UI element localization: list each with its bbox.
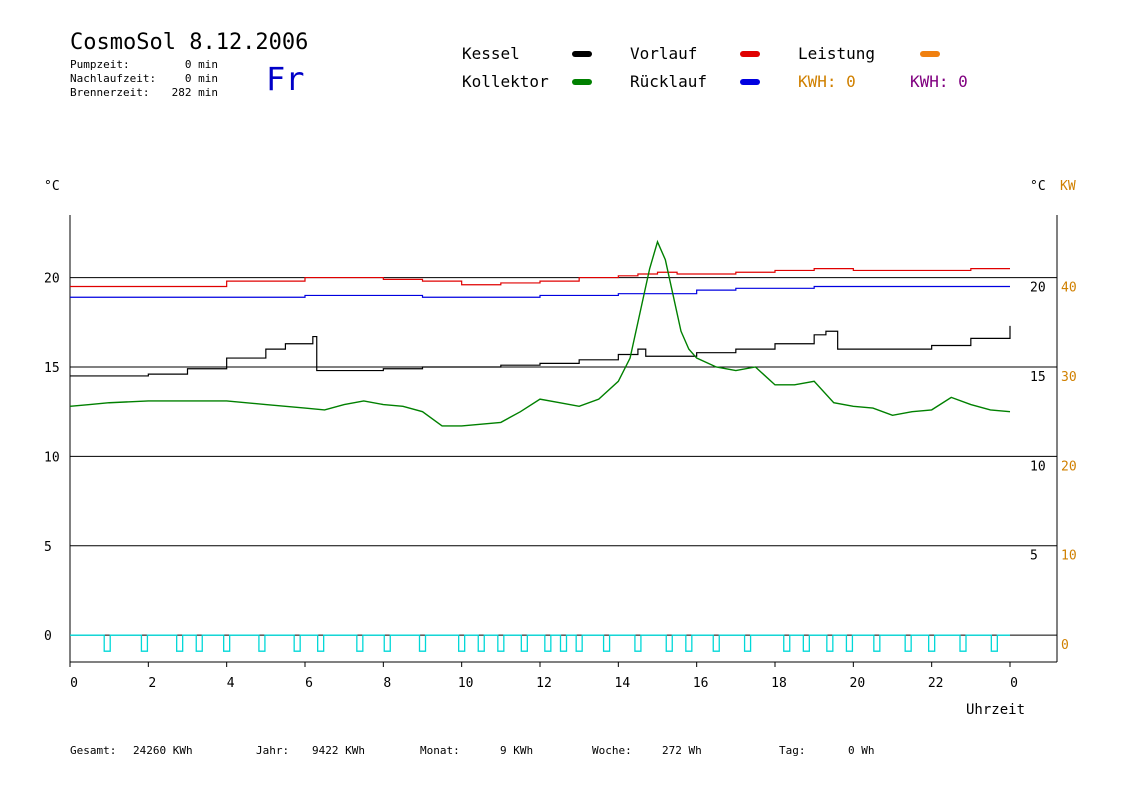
footer-tag-value: 0 Wh [848, 744, 875, 757]
footer-monat-label: Monat: [420, 744, 460, 757]
footer-woche-value: 272 Wh [662, 744, 702, 757]
x-tick-label: 14 [615, 676, 631, 691]
series-ruecklauf-line [70, 285, 1010, 298]
x-axis-title: Uhrzeit [966, 702, 1025, 718]
series-kessel-line [70, 325, 1011, 377]
grid-lines [70, 277, 1057, 636]
footer-jahr-value: 9422 KWh [312, 744, 365, 757]
y-kw-tick-label: 30 [1061, 370, 1077, 385]
footer-monat-value: 9 KWh [500, 744, 534, 757]
footer-gesamt-value: 24260 KWh [133, 744, 193, 757]
y-kw-axis-title: KW [1060, 179, 1076, 194]
footer-jahr-label: Jahr: [256, 744, 290, 757]
x-tick-label: 8 [383, 676, 391, 691]
series-kollektor-line [69, 239, 1011, 427]
footer-gesamt-label: Gesamt: [70, 744, 117, 757]
y-kw-tick-label: 20 [1061, 459, 1077, 474]
x-tick-label: 10 [458, 676, 474, 691]
y-right-tick-label: 20 [1030, 281, 1046, 296]
y-left-tick-label: 15 [44, 361, 60, 376]
x-tick-label: 4 [227, 676, 235, 691]
x-tick-label: 6 [305, 676, 313, 691]
y-left-tick-label: 20 [44, 272, 60, 287]
y-right-tick-label: 15 [1030, 370, 1046, 385]
y-right-tick-label: 5 [1030, 549, 1038, 564]
x-tick-label: 18 [771, 676, 787, 691]
x-tick-label: 16 [693, 676, 709, 691]
footer-tag-label: Tag: [779, 744, 806, 757]
y-kw-tick-label: 0 [1061, 638, 1069, 653]
x-tick-label: 20 [850, 676, 866, 691]
y-left-tick-label: 5 [44, 540, 52, 555]
x-tick-label: 12 [536, 676, 552, 691]
x-tick-label: 0 [70, 676, 78, 691]
x-tick-label: 2 [148, 676, 156, 691]
y-left-tick-label: 0 [44, 629, 52, 644]
y-kw-tick-label: 40 [1061, 281, 1077, 296]
series-lines [69, 239, 1011, 652]
footer-woche-label: Woche: [592, 744, 632, 757]
y-right-tick-label: 10 [1030, 459, 1046, 474]
y-left-tick-label: 10 [44, 450, 60, 465]
y-right-axis-title: °C [1030, 179, 1046, 194]
chart-axes [69, 215, 1058, 667]
temperature-chart: 0 2 4 6 8 10 12 14 16 18 20 22 0 0 5 10 15 20 5 10 15 20 0 10 20… [44, 179, 1077, 718]
y-kw-tick-label: 10 [1061, 549, 1077, 564]
pump-status-line [70, 634, 1010, 652]
x-tick-label: 0 [1010, 676, 1018, 691]
x-tick-label: 22 [928, 676, 944, 691]
y-left-axis-title: °C [44, 179, 60, 194]
